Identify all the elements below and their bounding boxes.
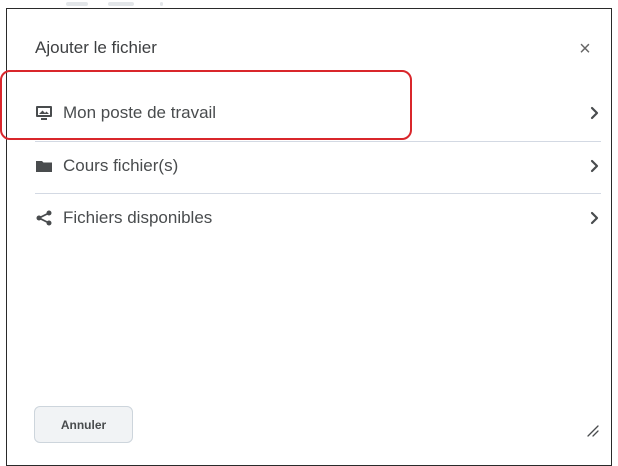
source-item-label: Fichiers disponibles — [63, 208, 213, 227]
share-icon — [36, 210, 52, 226]
dialog-title: Ajouter le fichier — [35, 38, 157, 57]
source-item-label: Mon poste de travail — [63, 103, 217, 122]
monitor-icon — [36, 106, 52, 120]
folder-icon — [36, 161, 52, 172]
chevron-right-icon — [590, 159, 599, 173]
source-item-course-files[interactable]: Cours fichier(s) — [35, 141, 601, 191]
source-item-label: Cours fichier(s) — [63, 156, 179, 175]
background-page-fragment — [60, 0, 210, 8]
resize-handle-icon[interactable] — [585, 423, 599, 437]
close-icon[interactable]: × — [573, 37, 597, 61]
chevron-right-icon — [590, 106, 599, 120]
add-file-dialog: Ajouter le fichier × Mon poste de travai… — [6, 8, 612, 466]
source-item-my-computer[interactable]: Mon poste de travail — [35, 88, 601, 138]
cancel-button[interactable]: Annuler — [34, 406, 133, 443]
chevron-right-icon — [590, 211, 599, 225]
source-item-shared-files[interactable]: Fichiers disponibles — [35, 193, 601, 243]
